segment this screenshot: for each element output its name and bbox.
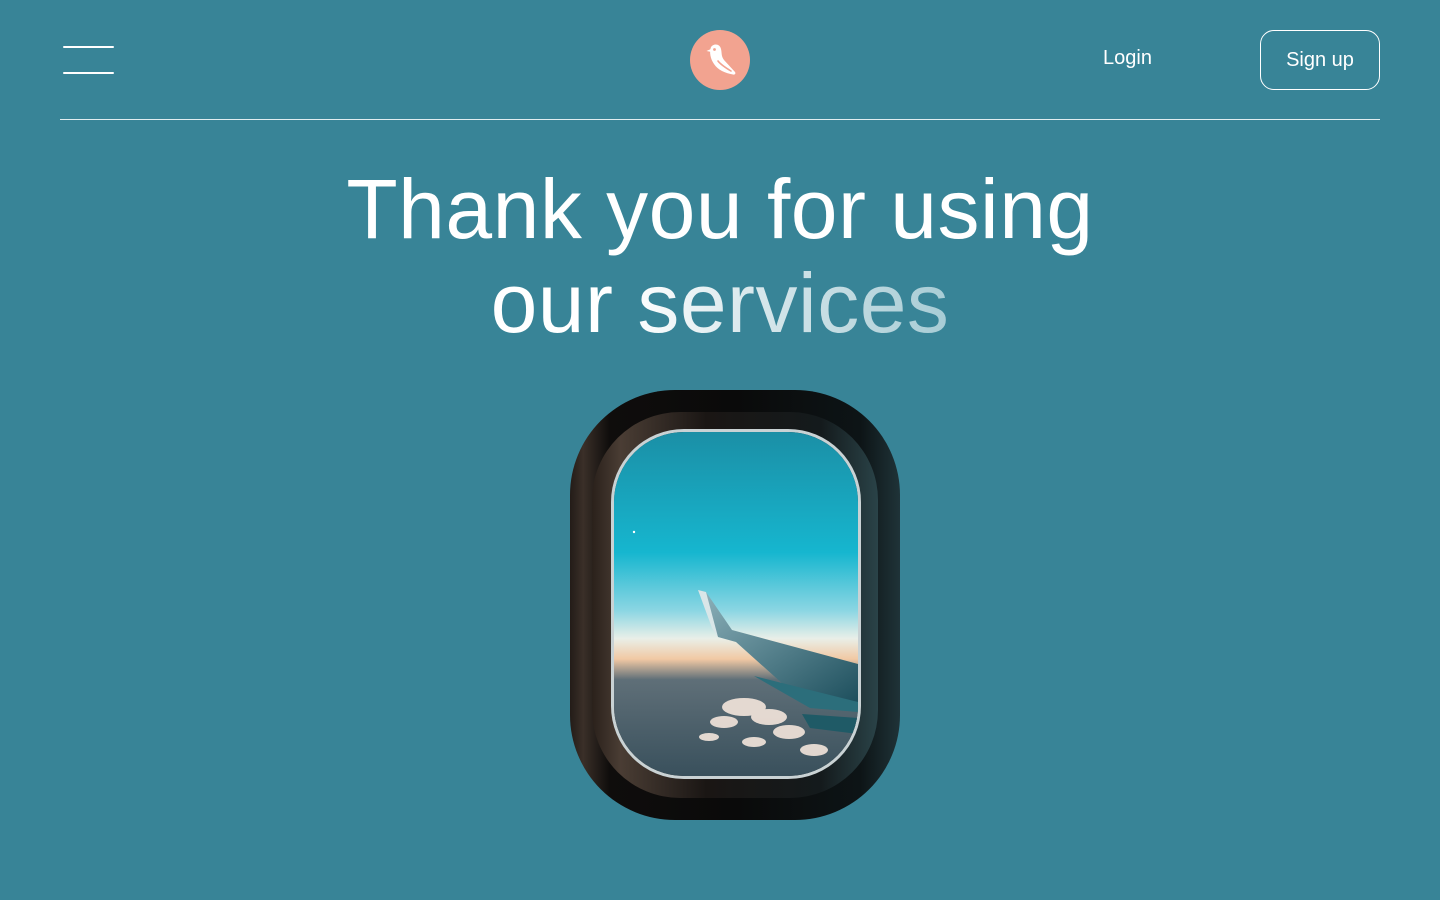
menu-icon-line-bottom (63, 72, 114, 74)
hero-title-line1: Thank you for using (346, 162, 1094, 256)
bird-logo-icon[interactable] (690, 30, 750, 90)
site-header: Login Sign up (60, 0, 1380, 120)
window-view (614, 432, 858, 776)
hero-title-line2: our services (490, 256, 950, 350)
hero-title: Thank you for using our services (0, 162, 1440, 350)
airplane-window-image (570, 390, 900, 820)
menu-button[interactable] (60, 40, 118, 80)
login-link[interactable]: Login (1103, 47, 1152, 70)
bird-icon (706, 44, 736, 75)
signup-button[interactable]: Sign up (1260, 30, 1380, 90)
sky-wing-view (614, 432, 858, 776)
menu-icon-line-top (63, 46, 114, 48)
